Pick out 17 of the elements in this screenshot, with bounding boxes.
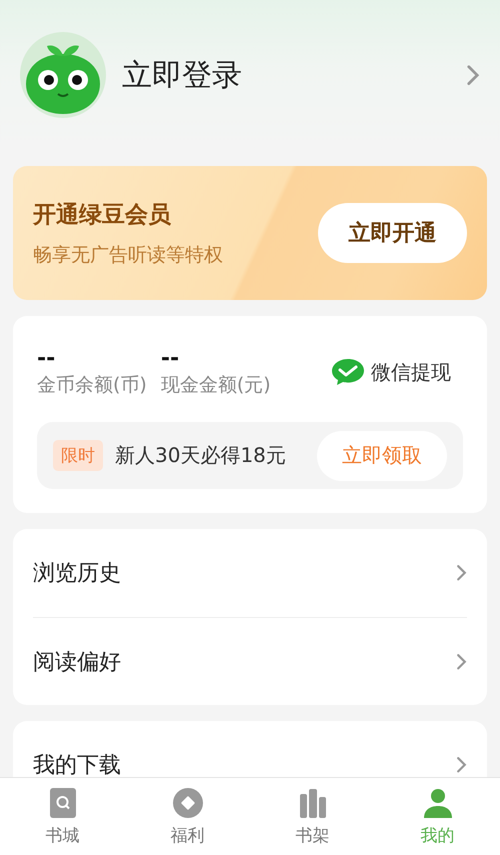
activate-button[interactable]: 立即开通	[318, 203, 467, 263]
promo-text: 新人30天必得18元	[115, 442, 287, 469]
login-link[interactable]: 立即登录	[122, 54, 466, 96]
menu-item[interactable]: 阅读偏好	[33, 646, 121, 676]
limited-time-tag: 限时	[53, 440, 103, 471]
wechat-withdraw-link[interactable]: 微信提现	[371, 358, 451, 386]
balance-label: 现金金额(元)	[160, 373, 271, 398]
menu-item[interactable]: 浏览历史	[33, 558, 121, 588]
balance-label: 金币余额(币)	[37, 373, 147, 398]
balance-value: --	[37, 346, 56, 372]
tab-label[interactable]: 福利	[170, 824, 204, 847]
vip-subtitle: 畅享无广告听读等特权	[33, 242, 223, 268]
balance-value: --	[160, 346, 180, 372]
tab-label[interactable]: 书城	[46, 824, 80, 847]
vip-title: 开通绿豆会员	[33, 200, 172, 230]
tab-label[interactable]: 书架	[296, 824, 330, 847]
menu-item[interactable]: 我的下载	[33, 750, 121, 777]
